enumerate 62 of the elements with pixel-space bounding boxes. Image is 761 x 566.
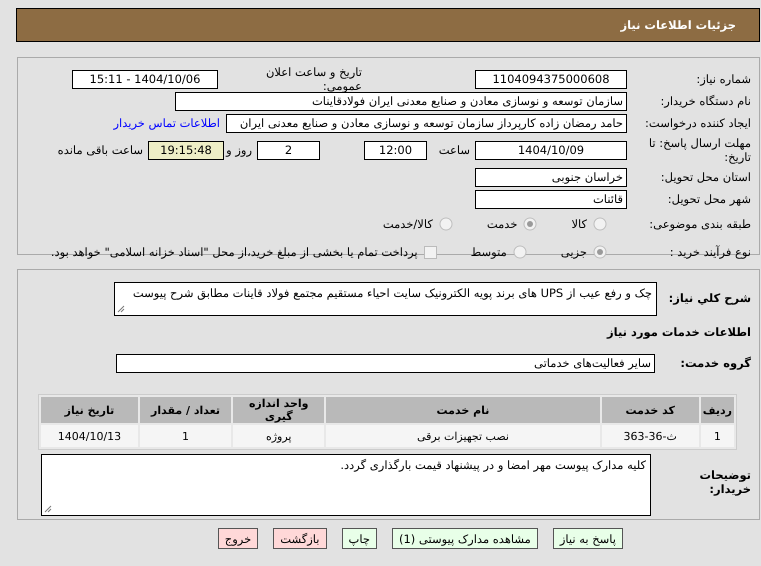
table-cell: 1 — [140, 425, 232, 447]
checkbox[interactable] — [424, 246, 437, 258]
action-button[interactable]: پاسخ به نیاز — [552, 528, 623, 549]
radio-button[interactable] — [438, 217, 453, 231]
column-header: ردیف — [700, 397, 734, 423]
table-cell: 1 — [700, 425, 734, 447]
days-label: روز و — [224, 143, 252, 157]
resize-grip-icon[interactable] — [44, 505, 52, 513]
notes-field: کلیه مدارک پیوست مهر امضا و در پیشنهاد قیمت بارگذاری گردد. — [41, 454, 651, 516]
field-label: طبقه بندی موضوعی: — [648, 217, 751, 231]
province-field: خراسان جنوبی — [475, 168, 627, 186]
field-label: تاریخ و ساعت اعلان عمومی: — [264, 65, 362, 93]
field-label: استان محل تحویل: — [660, 170, 751, 184]
table-cell: پروژه — [233, 425, 324, 447]
field-label: ایجاد کننده درخواست: — [644, 116, 751, 130]
field-label: شهر محل تحویل: — [666, 192, 751, 206]
field-label: نوع فرآیند خرید : — [668, 245, 751, 259]
creator-field: حامد رمضان زاده کارپرداز سازمان توسعه و نوسازی معادن و صنایع معدنی ایران — [226, 114, 627, 132]
deadline-date-field: 1404/10/09 — [475, 140, 627, 160]
field-label: توضیحات خریدار: — [698, 468, 751, 496]
payment-note: پرداخت تمام یا بخشی از مبلغ خرید،از محل "اسناد خزانه اسلامی" خواهد بود. — [50, 245, 418, 259]
description-field: چک و رفع عیب از UPS های برند پویه الکترونیک سایت احیاء مستقیم مجتمع فولاد قاینات مطابق شرح پیوست — [114, 282, 657, 316]
option-label: متوسط — [470, 245, 507, 259]
action-button[interactable]: خروج — [218, 528, 258, 549]
column-header: تاریخ نیاز — [41, 397, 138, 423]
column-header: واحد اندازه گیری — [233, 397, 324, 423]
time-label: ساعت — [438, 143, 470, 157]
resize-grip-icon[interactable] — [117, 305, 125, 313]
option-label: کالا/خدمت — [382, 217, 433, 231]
contact-link[interactable]: اطلاعات تماس خریدار — [113, 116, 220, 130]
section-title: اطلاعات خدمات مورد نیاز — [607, 325, 751, 339]
field-label: شرح کلي نياز: — [668, 291, 751, 305]
field-label: شماره نیاز: — [695, 72, 751, 86]
column-header: تعداد / مقدار — [140, 397, 232, 423]
option-label: خدمت — [486, 217, 518, 231]
announce-date-field: 1404/10/06 - 15:11 — [72, 70, 218, 88]
need-number-field: 1104094375000608 — [475, 70, 627, 88]
buyer-field: سازمان توسعه و نوسازی معادن و صنایع معدنی ایران فولادقاینات — [175, 92, 627, 110]
radio-button[interactable] — [593, 245, 607, 259]
field-label: نام دستگاه خریدار: — [659, 94, 751, 108]
table-cell: ث-36-363 — [602, 425, 699, 447]
column-header: کد خدمت — [602, 397, 699, 423]
action-button[interactable]: بازگشت — [273, 528, 326, 549]
action-button[interactable]: چاپ — [342, 528, 377, 549]
time-field: 12:00 — [364, 140, 427, 160]
page-header: جزئیات اطلاعات نیاز — [16, 8, 760, 42]
days-field: 2 — [257, 140, 320, 160]
table-cell: 1404/10/13 — [41, 425, 138, 447]
radio-button[interactable] — [523, 217, 538, 231]
table-cell: نصب تجهیزات برقی — [326, 425, 600, 447]
remaining-label: ساعت باقی مانده — [58, 143, 143, 157]
radio-button[interactable] — [593, 217, 607, 231]
option-label: جزیی — [560, 245, 587, 259]
remaining-time-field: 19:15:48 — [148, 140, 224, 160]
city-field: قائنات — [475, 190, 627, 208]
column-header: نام خدمت — [326, 397, 600, 423]
field-label: مهلت ارسال پاسخ: تا تاریخ: — [648, 136, 751, 164]
field-label: گروه خدمت: — [679, 356, 751, 370]
service-group-field: سایر فعالیت‌های خدماتی — [116, 354, 655, 372]
action-button[interactable]: مشاهده مدارک پیوستی (1) — [392, 528, 538, 549]
option-label: کالا — [571, 217, 587, 231]
radio-button[interactable] — [512, 245, 527, 259]
